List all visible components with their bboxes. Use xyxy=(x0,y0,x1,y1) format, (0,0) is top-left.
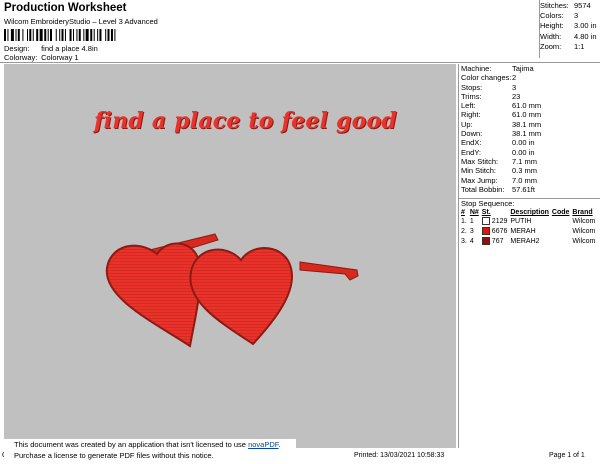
top-stats: Stitches: 9574 Colors: 3 Height: 3.00 in Wi… xyxy=(540,1,600,52)
info-trims: Trims: 23 xyxy=(461,91,521,101)
info-left: Left: 61.0 mm xyxy=(461,101,542,111)
color-swatch xyxy=(481,237,490,245)
stop-sequence-table: # N# St. Description Code Brand 1. 1 212… xyxy=(461,209,598,246)
software-name: Wilcom EmbroideryStudio – Level 3 Advanc… xyxy=(4,17,158,26)
col-brand: Brand xyxy=(572,209,593,216)
info-max-stitch: Max Stitch: 7.1 mm xyxy=(461,156,538,166)
color-swatch xyxy=(481,227,490,235)
info-color-changes: Color changes:2 xyxy=(461,73,517,83)
info-down: Down: 38.1 mm xyxy=(461,129,542,139)
colorway-row: Colorway: Colorway 1 xyxy=(4,53,79,62)
table-row: 2. 3 6676 MERAH Wilcom xyxy=(461,227,596,235)
info-endy: EndY: 0.00 in xyxy=(461,147,535,157)
col-code: Code xyxy=(551,209,570,216)
info-machine: Machine: Tajima xyxy=(461,64,534,73)
heart-sunglasses-graphic xyxy=(105,233,359,348)
table-row: 3. 4 767 MERAH2 Wilcom xyxy=(461,237,596,245)
worksheet-title: Production Worksheet xyxy=(4,2,127,14)
license-notice: This document was created by an applicat… xyxy=(4,439,296,463)
page-number: Page 1 of 1 xyxy=(549,452,585,459)
section-divider xyxy=(0,62,600,63)
design-tagline: find a place to feel good xyxy=(94,108,397,134)
info-stops: Stops: 3 xyxy=(461,82,517,92)
novapdf-link[interactable]: novaPDF xyxy=(248,440,278,449)
panel-divider xyxy=(458,64,459,448)
printed-date: Printed: 13/03/2021 10:58:33 xyxy=(354,452,445,459)
design-label: Design: xyxy=(4,44,30,53)
info-max-jump: Max Jump: 7.0 mm xyxy=(461,175,538,185)
design-value: find a place 4.8in xyxy=(41,44,98,53)
info-min-stitch: Min Stitch: 0.3 mm xyxy=(461,166,538,176)
col-description: Description xyxy=(510,209,549,216)
col-st: St. xyxy=(481,209,491,216)
col-num: # xyxy=(461,209,465,216)
stat-width: Width: 4.80 in xyxy=(540,31,597,41)
stop-sequence-title: Stop Sequence: xyxy=(461,199,515,208)
info-total-bobbin: Total Bobbin: 57.61ft xyxy=(461,184,535,194)
colorway-value: Colorway 1 xyxy=(41,53,79,62)
info-endx: EndX: 0.00 in xyxy=(461,138,535,148)
info-right: Right: 61.0 mm xyxy=(461,110,542,120)
stat-stitches: Stitches: 9574 xyxy=(540,1,591,10)
stat-height: Height: 3.00 in xyxy=(540,21,597,31)
table-row: 1. 1 2129 PUTIH Wilcom xyxy=(461,217,596,225)
col-n: N# xyxy=(469,209,479,216)
machine-info-panel: Machine: Tajima Color changes:2 Stops: 3 T… xyxy=(461,64,600,194)
stat-colors: Colors: 3 xyxy=(540,11,579,21)
stat-zoom: Zoom: 1:1 xyxy=(540,41,585,51)
colorway-label: Colorway: xyxy=(4,53,38,62)
color-swatch xyxy=(481,217,490,225)
design-row: Design: find a place 4.8in xyxy=(4,44,98,53)
stop-sequence-header: # N# St. Description Code Brand xyxy=(461,209,598,216)
info-up: Up: 38.1 mm xyxy=(461,119,542,129)
barcode xyxy=(4,29,116,41)
